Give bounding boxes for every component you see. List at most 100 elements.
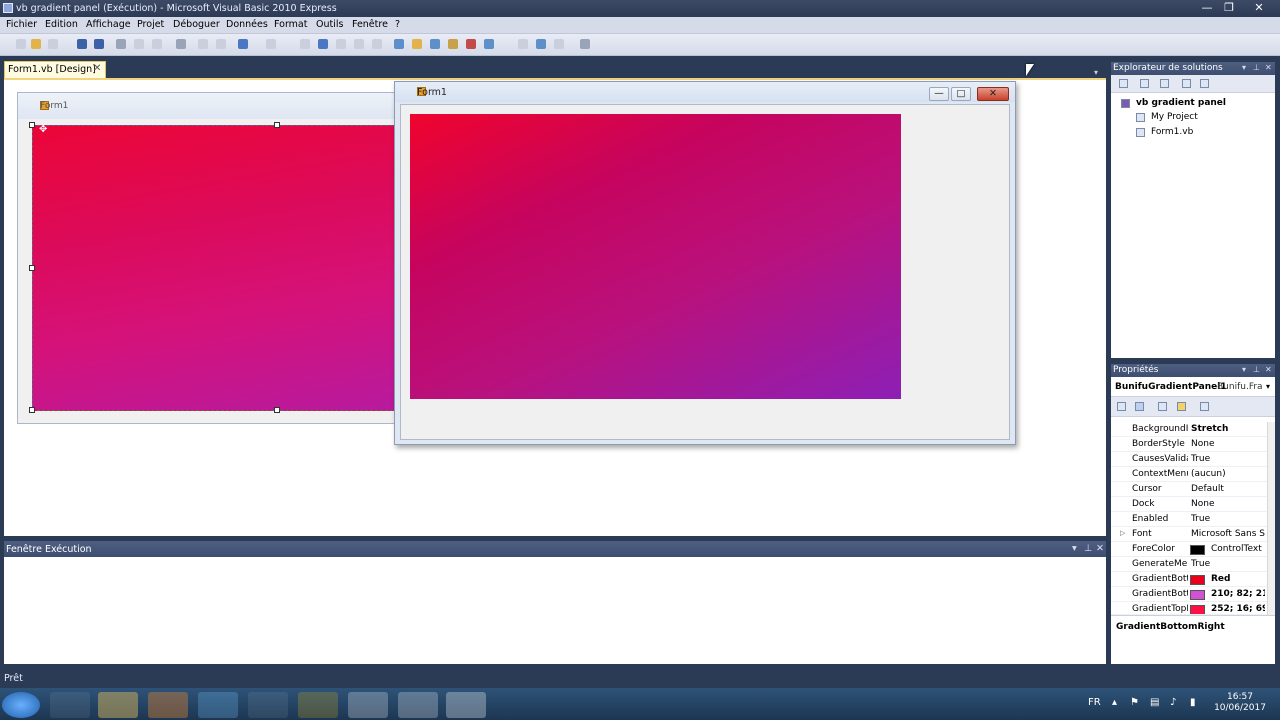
file-explorer-icon[interactable] (98, 692, 138, 718)
pane-close-icon[interactable]: ✕ (1265, 63, 1272, 72)
menu-help[interactable]: ? (395, 19, 400, 30)
property-value[interactable]: True (1191, 559, 1265, 569)
immediate-window[interactable]: Fenêtre Exécution ▾ ⊥ ✕ (4, 541, 1106, 664)
property-row[interactable]: ▷ Font Microsoft Sans S (1111, 527, 1267, 542)
property-value[interactable]: ControlText (1211, 544, 1265, 554)
close-icon[interactable]: ✕ (1248, 0, 1270, 17)
minimize-icon[interactable]: — (1196, 0, 1218, 17)
property-value[interactable]: Microsoft Sans S (1191, 529, 1265, 539)
menu-fenetre[interactable]: Fenêtre (352, 19, 388, 30)
signal-icon[interactable]: ▮ (1190, 697, 1196, 708)
new-project-icon[interactable] (16, 39, 26, 49)
running-form-window[interactable]: Form1 — □ ✕ (394, 81, 1016, 445)
properties-scrollbar[interactable] (1267, 422, 1275, 615)
firefox-icon[interactable] (198, 692, 238, 718)
tab-dropdown-icon[interactable]: ▾ (1094, 68, 1098, 77)
tree-item-my-project[interactable]: My Project (1151, 112, 1198, 122)
error-list-icon[interactable] (466, 39, 476, 49)
app-icon[interactable] (298, 692, 338, 718)
form-maximize-icon[interactable]: □ (951, 87, 971, 101)
property-value[interactable]: Stretch (1191, 424, 1265, 434)
object-selector[interactable]: BunifuGradientPanel1 Bunifu.Fra ▾ (1111, 377, 1275, 397)
property-row[interactable]: GradientBotto Red (1111, 572, 1267, 587)
resize-handle[interactable] (29, 265, 35, 271)
property-value[interactable]: Red (1211, 574, 1265, 584)
expand-icon[interactable]: ▷ (1120, 529, 1125, 537)
network-icon[interactable]: ▤ (1150, 697, 1159, 708)
property-row[interactable]: BackgroundI Stretch (1111, 422, 1267, 437)
property-value[interactable]: True (1191, 454, 1265, 464)
stop-debug-icon[interactable] (318, 39, 328, 49)
view-code-icon[interactable] (1182, 79, 1191, 88)
tray-chevron-icon[interactable]: ▴ (1112, 697, 1117, 708)
cut-icon[interactable] (116, 39, 126, 49)
step-over-icon[interactable] (354, 39, 364, 49)
comment-icon[interactable] (198, 39, 208, 49)
events-icon[interactable] (1177, 402, 1186, 411)
pane-pin-icon[interactable]: ⊥ (1253, 63, 1260, 72)
tree-project[interactable]: vb gradient panel (1136, 98, 1226, 108)
start-button-icon[interactable] (2, 692, 40, 718)
design-gradient-panel[interactable]: ✥ (29, 122, 398, 413)
property-value[interactable]: None (1191, 499, 1265, 509)
menu-projet[interactable]: Projet (137, 19, 164, 30)
chevron-down-icon[interactable]: ▾ (1266, 382, 1270, 391)
property-value[interactable]: 210; 82; 21 (1211, 589, 1265, 599)
property-row[interactable]: GradientBotto 210; 82; 21 (1111, 587, 1267, 602)
add-item-icon[interactable] (48, 39, 58, 49)
pane-pin-icon[interactable]: ⊥ (1253, 365, 1260, 374)
find-icon[interactable] (176, 39, 186, 49)
paste-icon[interactable] (152, 39, 162, 49)
property-value[interactable]: (aucun) (1191, 469, 1265, 479)
align-center-icon[interactable] (536, 39, 546, 49)
tab-form1-design[interactable]: Form1.vb [Design] ✕ (4, 61, 106, 78)
tree-item-form1[interactable]: Form1.vb (1151, 127, 1193, 137)
properties-view-icon[interactable] (1158, 402, 1167, 411)
solution-explorer-icon[interactable] (394, 39, 404, 49)
categorized-icon[interactable] (1117, 402, 1126, 411)
uncomment-icon[interactable] (216, 39, 226, 49)
tray-clock[interactable]: 16:57 10/06/2017 (1205, 692, 1275, 714)
undo-icon[interactable] (238, 39, 248, 49)
properties-icon[interactable] (1119, 79, 1128, 88)
property-value[interactable]: Default (1191, 484, 1265, 494)
alphabetical-icon[interactable] (1135, 402, 1144, 411)
property-value[interactable]: 252; 16; 69 (1211, 604, 1265, 614)
internet-explorer-icon[interactable] (50, 692, 90, 718)
tab-close-icon[interactable]: ✕ (93, 63, 101, 74)
menu-edition[interactable]: Edition (45, 19, 78, 30)
open-folder-icon[interactable] (31, 39, 41, 49)
form-close-icon[interactable]: ✕ (977, 87, 1009, 101)
menu-deboguer[interactable]: Déboguer (173, 19, 220, 30)
menu-format[interactable]: Format (274, 19, 307, 30)
camtasia-icon[interactable] (348, 692, 388, 718)
align-left-icon[interactable] (518, 39, 528, 49)
menu-outils[interactable]: Outils (316, 19, 343, 30)
show-all-files-icon[interactable] (1140, 79, 1149, 88)
design-form[interactable]: Form1 ✥ (17, 92, 398, 424)
language-indicator[interactable]: FR (1088, 697, 1101, 708)
resize-handle[interactable] (29, 122, 35, 128)
refresh-icon[interactable] (1160, 79, 1169, 88)
menu-affichage[interactable]: Affichage (86, 19, 131, 30)
property-row[interactable]: ForeColor ControlText (1111, 542, 1267, 557)
properties-icon[interactable] (412, 39, 422, 49)
chrome-icon[interactable] (248, 692, 288, 718)
property-row[interactable]: CausesValida True (1111, 452, 1267, 467)
form-minimize-icon[interactable]: — (929, 87, 949, 101)
move-glyph-icon[interactable]: ✥ (39, 124, 47, 135)
pane-dropdown-icon[interactable]: ▾ (1242, 365, 1246, 374)
save-icon[interactable] (77, 39, 87, 49)
toolbox-icon[interactable] (448, 39, 458, 49)
pane-pin-icon[interactable]: ⊥ (1084, 543, 1092, 554)
toolbar-options-icon[interactable] (580, 39, 590, 49)
property-row[interactable]: Cursor Default (1111, 482, 1267, 497)
copy-icon[interactable] (134, 39, 144, 49)
align-right-icon[interactable] (554, 39, 564, 49)
pane-dropdown-icon[interactable]: ▾ (1242, 63, 1246, 72)
menu-donnees[interactable]: Données (226, 19, 268, 30)
visual-basic-taskbar-icon[interactable] (398, 692, 438, 718)
property-row[interactable]: GradientTopL 252; 16; 69 (1111, 602, 1267, 615)
start-debug-icon[interactable] (300, 39, 310, 49)
property-row[interactable]: Dock None (1111, 497, 1267, 512)
